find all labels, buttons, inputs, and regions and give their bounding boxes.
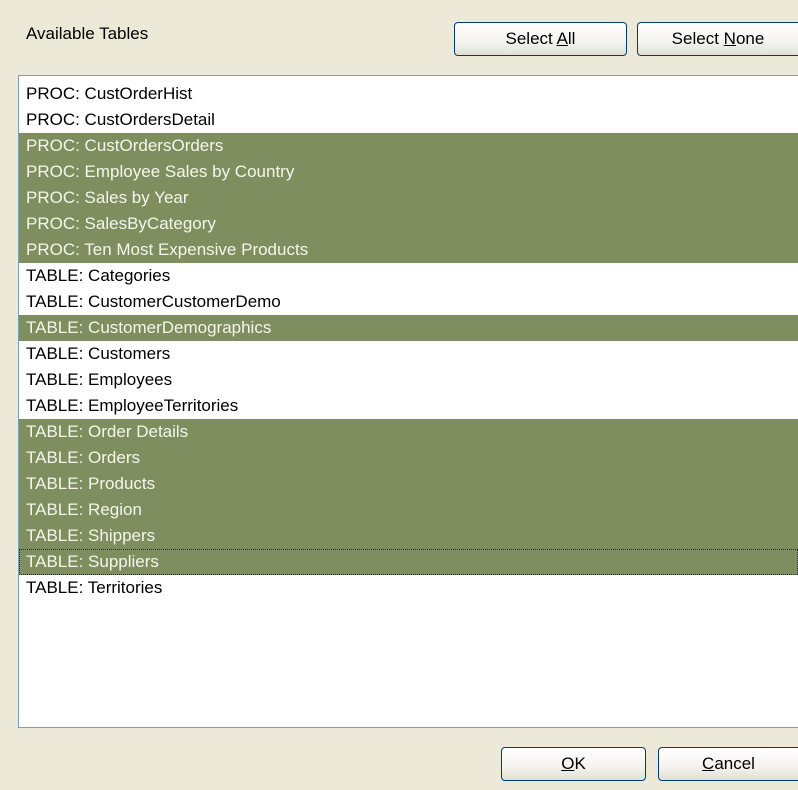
list-item[interactable]: PROC: Ten Most Expensive Products — [19, 237, 798, 263]
list-item[interactable]: TABLE: Territories — [19, 575, 798, 601]
select-none-rest: one — [735, 29, 765, 48]
list-item[interactable]: TABLE: Products — [19, 471, 798, 497]
available-tables-dialog: Available Tables Select All Select None … — [0, 0, 798, 790]
list-item[interactable]: TABLE: Shippers — [19, 523, 798, 549]
list-item[interactable]: TABLE: Suppliers — [19, 549, 798, 575]
list-item[interactable]: TABLE: Orders — [19, 445, 798, 471]
list-item[interactable]: PROC: Sales by Year — [19, 185, 798, 211]
list-item[interactable]: TABLE: EmployeeTerritories — [19, 393, 798, 419]
list-item[interactable]: TABLE: CustomerCustomerDemo — [19, 289, 798, 315]
ok-accel: O — [561, 754, 575, 773]
list-item[interactable]: TABLE: Order Details — [19, 419, 798, 445]
select-all-rest: ll — [567, 29, 576, 48]
select-all-button[interactable]: Select All — [454, 22, 627, 56]
ok-rest: K — [574, 754, 586, 773]
select-all-prefix: Select — [505, 29, 557, 48]
select-none-accel: N — [723, 29, 736, 48]
list-item[interactable]: PROC: CustOrdersOrders — [19, 133, 798, 159]
cancel-accel: C — [702, 754, 715, 773]
tables-list: PROC: CustOrderHist PROC: CustOrdersDetai… — [19, 76, 798, 601]
list-item[interactable]: TABLE: Customers — [19, 341, 798, 367]
ok-button[interactable]: OK — [501, 747, 646, 781]
select-none-button[interactable]: Select None — [637, 22, 798, 56]
list-item[interactable]: PROC: CustOrdersDetail — [19, 107, 798, 133]
select-all-accel: A — [556, 29, 568, 48]
list-item[interactable]: TABLE: Region — [19, 497, 798, 523]
select-none-prefix: Select — [671, 29, 724, 48]
list-item[interactable]: PROC: Employee Sales by Country — [19, 159, 798, 185]
list-item[interactable]: TABLE: CustomerDemographics — [19, 315, 798, 341]
list-item[interactable]: PROC: SalesByCategory — [19, 211, 798, 237]
list-item[interactable]: TABLE: Categories — [19, 263, 798, 289]
list-item[interactable]: PROC: CustOrderHist — [19, 81, 798, 107]
available-tables-label: Available Tables — [26, 24, 149, 43]
cancel-button[interactable]: Cancel — [658, 747, 798, 781]
cancel-rest: ancel — [714, 754, 755, 773]
list-item[interactable]: TABLE: Employees — [19, 367, 798, 393]
tables-listbox[interactable]: PROC: CustOrderHist PROC: CustOrdersDetai… — [18, 75, 798, 728]
